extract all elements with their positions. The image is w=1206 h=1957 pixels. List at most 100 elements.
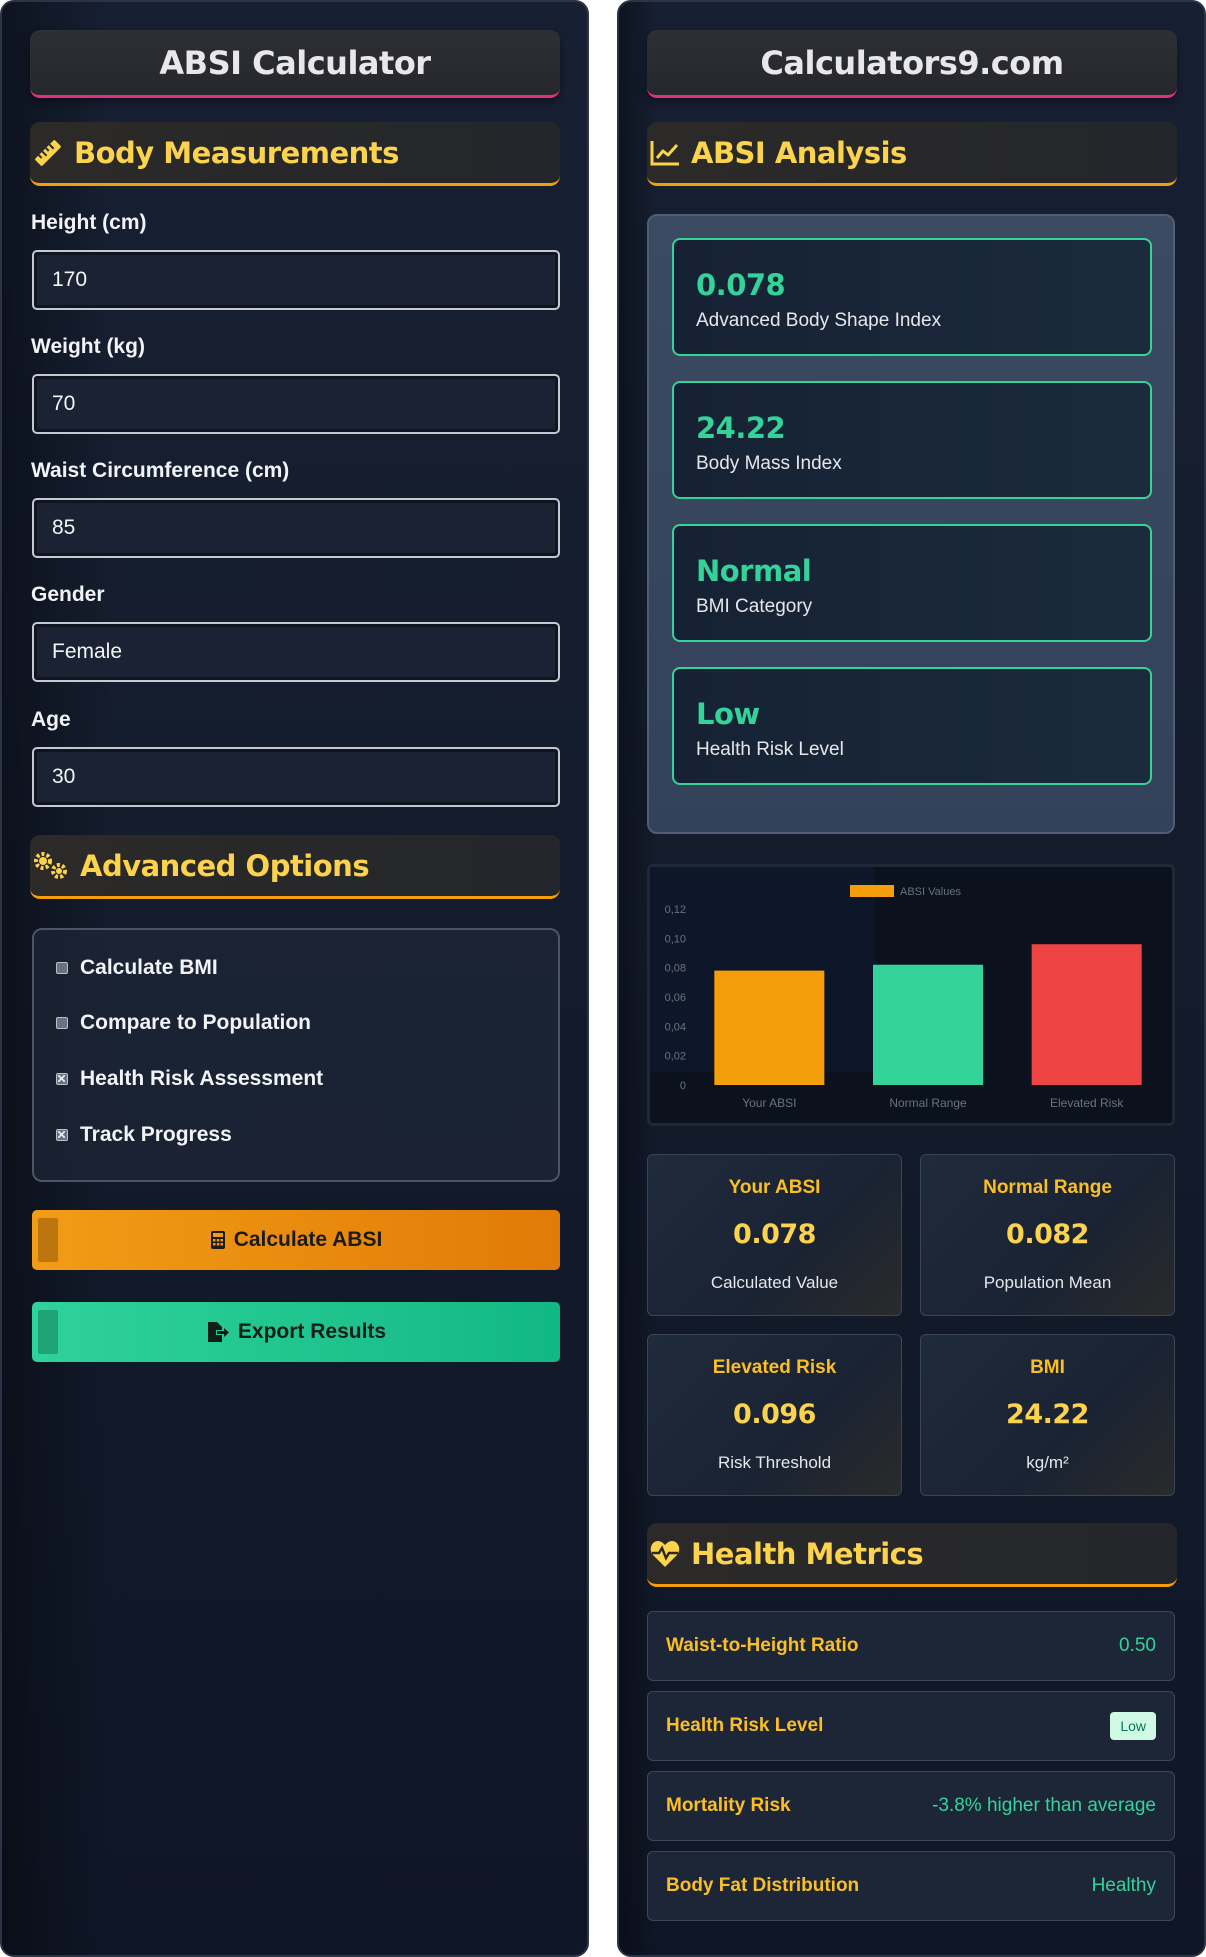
y-tick-label: 0,08 xyxy=(665,963,686,975)
option-label: Compare to Population xyxy=(80,1011,311,1034)
y-tick-label: 0,12 xyxy=(665,904,686,916)
button-edge xyxy=(38,1218,58,1262)
risk-level-card: Low Health Risk Level xyxy=(672,667,1152,785)
results-panel: Calculators9.com ABSI Analysis 0.078 Adv… xyxy=(617,0,1206,1957)
metric-name: Mortality Risk xyxy=(666,1795,791,1816)
legend-label: ABSI Values xyxy=(900,886,961,898)
legend-swatch xyxy=(850,885,894,897)
gears-icon xyxy=(34,851,67,879)
y-tick-label: 0,02 xyxy=(665,1051,686,1063)
stat-sub: Population Mean xyxy=(983,1273,1112,1292)
stat-your-absi: Your ABSI 0.078 Calculated Value xyxy=(647,1154,902,1316)
result-value: Low xyxy=(696,697,760,731)
bar-your-absi xyxy=(714,970,825,1085)
x-tick-label: Elevated Risk xyxy=(1050,1096,1124,1110)
advanced-options-header: Advanced Options xyxy=(30,835,560,899)
bar-normal-range xyxy=(873,964,983,1085)
metric-fat-distribution: Body Fat Distribution Healthy xyxy=(647,1851,1175,1921)
stat-sub: kg/m² xyxy=(1026,1453,1069,1472)
option-compare-population[interactable]: Compare to Population xyxy=(56,1011,311,1035)
option-track-progress[interactable]: Track Progress xyxy=(56,1123,232,1147)
stat-value: 0.082 xyxy=(1006,1219,1089,1250)
calculator-panel: ABSI Calculator Body Measurements Height… xyxy=(0,0,589,1957)
gender-select[interactable]: Female xyxy=(32,622,560,682)
stat-value: 0.078 xyxy=(733,1219,816,1250)
metric-value: -3.8% higher than average xyxy=(932,1795,1156,1816)
checkbox[interactable] xyxy=(56,1073,68,1085)
y-tick-label: 0,10 xyxy=(665,933,686,945)
calculator-title: ABSI Calculator xyxy=(30,30,560,98)
absi-chart: 0 0,02 0,04 0,06 0,08 0,10 0,12 ABSI Values Your… xyxy=(647,864,1175,1126)
section-title: ABSI Analysis xyxy=(691,135,907,170)
metric-name: Body Fat Distribution xyxy=(666,1875,860,1896)
ruler-icon xyxy=(35,139,61,166)
age-label: Age xyxy=(31,708,71,731)
export-button[interactable]: Export Results xyxy=(32,1302,560,1362)
metric-name: Waist-to-Height Ratio xyxy=(666,1635,859,1656)
metric-name: Health Risk Level xyxy=(666,1715,824,1736)
health-metrics-header: Health Metrics xyxy=(647,1523,1177,1587)
result-label: BMI Category xyxy=(696,596,813,617)
metric-health-risk: Health Risk Level Low xyxy=(647,1691,1175,1761)
body-measurements-header: Body Measurements xyxy=(30,122,560,186)
section-title: Health Metrics xyxy=(691,1536,924,1571)
button-label: Export Results xyxy=(237,1320,387,1343)
button-edge xyxy=(38,1310,58,1354)
stat-title: Your ABSI xyxy=(728,1177,821,1198)
bmi-result-card: 24.22 Body Mass Index xyxy=(672,381,1152,499)
absi-analysis-header: ABSI Analysis xyxy=(647,122,1177,186)
options-group: Calculate BMI Compare to Population Heal… xyxy=(32,928,560,1182)
result-label: Health Risk Level xyxy=(696,739,844,760)
stat-sub: Risk Threshold xyxy=(717,1453,832,1472)
checkbox[interactable] xyxy=(56,962,68,974)
y-tick-label: 0,06 xyxy=(665,992,686,1004)
height-label: Height (cm) xyxy=(31,211,147,234)
checkbox[interactable] xyxy=(56,1017,68,1029)
heartbeat-icon xyxy=(650,1540,680,1567)
result-value: Normal xyxy=(696,554,812,588)
calculate-button[interactable]: Calculate ABSI xyxy=(32,1210,560,1270)
gender-label: Gender xyxy=(31,583,105,606)
stat-title: Elevated Risk xyxy=(712,1357,837,1378)
chart-line-icon xyxy=(650,140,679,165)
calculator-icon xyxy=(210,1231,225,1249)
result-label: Body Mass Index xyxy=(696,453,842,474)
x-tick-label: Your ABSI xyxy=(742,1096,796,1110)
x-tick-label: Normal Range xyxy=(889,1096,967,1110)
stat-elevated-risk: Elevated Risk 0.096 Risk Threshold xyxy=(647,1334,902,1496)
weight-input[interactable]: 70 xyxy=(32,374,560,434)
stat-bmi: BMI 24.22 kg/m² xyxy=(920,1334,1175,1496)
absi-result-card: 0.078 Advanced Body Shape Index xyxy=(672,238,1152,356)
metric-value: Healthy xyxy=(1091,1875,1156,1896)
absi-bar-chart: 0 0,02 0,04 0,06 0,08 0,10 0,12 ABSI Values Your… xyxy=(650,867,1142,1110)
waist-input[interactable]: 85 xyxy=(32,498,560,558)
file-export-icon xyxy=(207,1322,229,1342)
metric-mortality-risk: Mortality Risk -3.8% higher than average xyxy=(647,1771,1175,1841)
bmi-category-card: Normal BMI Category xyxy=(672,524,1152,642)
section-title: Advanced Options xyxy=(80,848,370,883)
section-title: Body Measurements xyxy=(74,135,399,170)
metric-waist-height: Waist-to-Height Ratio 0.50 xyxy=(647,1611,1175,1681)
bar-elevated-risk xyxy=(1031,944,1142,1085)
stat-value: 0.096 xyxy=(733,1399,816,1430)
age-input[interactable]: 30 xyxy=(32,747,560,807)
stat-value: 24.22 xyxy=(1006,1399,1089,1430)
result-value: 0.078 xyxy=(696,268,786,302)
option-calculate-bmi[interactable]: Calculate BMI xyxy=(56,956,218,980)
option-label: Track Progress xyxy=(80,1123,232,1146)
stat-title: BMI xyxy=(1030,1357,1065,1378)
option-label: Health Risk Assessment xyxy=(80,1067,324,1090)
results-container: 0.078 Advanced Body Shape Index 24.22 Bo… xyxy=(647,214,1175,834)
checkbox[interactable] xyxy=(56,1129,68,1141)
option-label: Calculate BMI xyxy=(80,956,218,979)
height-input[interactable]: 170 xyxy=(32,250,560,310)
option-health-risk[interactable]: Health Risk Assessment xyxy=(56,1067,323,1091)
y-tick-label: 0 xyxy=(680,1080,686,1092)
stat-title: Normal Range xyxy=(983,1177,1112,1198)
risk-badge: Low xyxy=(1110,1712,1156,1740)
metric-value: 0.50 xyxy=(1119,1635,1156,1656)
y-tick-label: 0,04 xyxy=(665,1021,686,1033)
stat-sub: Calculated Value xyxy=(710,1273,839,1292)
result-label: Advanced Body Shape Index xyxy=(696,310,942,331)
weight-label: Weight (kg) xyxy=(31,335,145,358)
